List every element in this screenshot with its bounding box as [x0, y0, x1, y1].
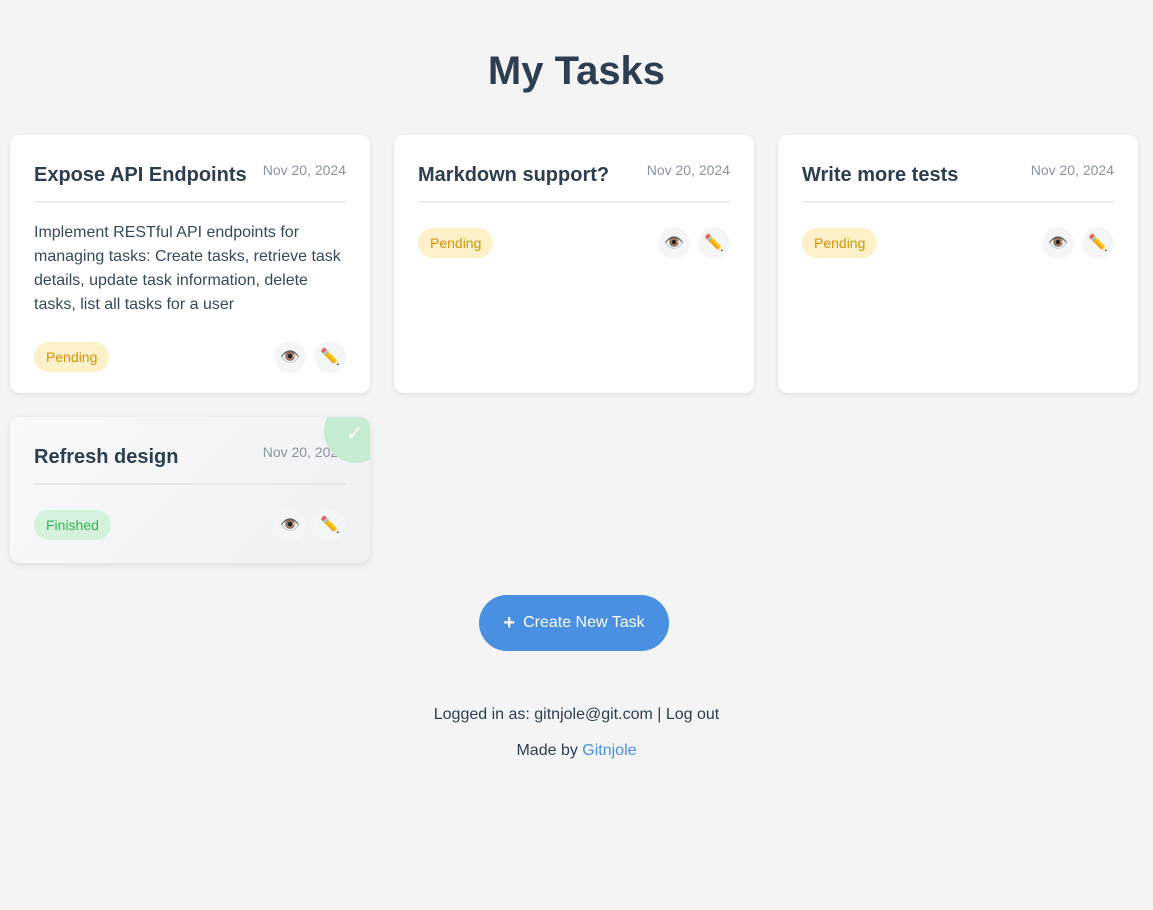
logged-in-prefix: Logged in as:: [433, 706, 535, 723]
task-card-header: Expose API Endpoints Nov 20, 2024: [34, 161, 346, 203]
task-title: Refresh design: [34, 446, 179, 468]
view-icon[interactable]: 👁️: [274, 509, 306, 541]
task-title: Write more tests: [802, 164, 959, 186]
view-icon[interactable]: 👁️: [1042, 227, 1074, 259]
status-badge: Pending: [418, 228, 494, 258]
task-grid: Expose API Endpoints Nov 20, 2024 Implem…: [10, 135, 1138, 563]
task-description: Implement RESTful API endpoints for mana…: [34, 224, 341, 313]
view-icon[interactable]: 👁️: [658, 227, 690, 259]
create-task-button[interactable]: + Create New Task: [479, 595, 669, 651]
task-card-header: Markdown support? Nov 20, 2024: [418, 161, 730, 203]
edit-icon[interactable]: ✏️: [698, 227, 730, 259]
task-title: Markdown support?: [418, 164, 610, 186]
edit-icon[interactable]: ✏️: [314, 509, 346, 541]
task-card[interactable]: Write more tests Nov 20, 2024 Pending 👁️…: [778, 135, 1138, 393]
task-card[interactable]: Expose API Endpoints Nov 20, 2024 Implem…: [10, 135, 370, 393]
task-date: Nov 20, 2024: [262, 162, 346, 178]
plus-icon: +: [503, 612, 516, 634]
status-badge: Pending: [802, 228, 878, 258]
made-by-prefix: Made by: [516, 742, 583, 759]
user-email: gitnjole@git.com: [534, 706, 653, 723]
view-icon[interactable]: 👁️: [274, 341, 306, 373]
page-title: My Tasks: [487, 49, 666, 93]
task-card-footer: Pending 👁️ ✏️: [802, 227, 1114, 259]
footer-separator: |: [652, 706, 666, 723]
task-date: Nov 20, 2024: [1030, 162, 1114, 178]
task-card-finished[interactable]: ✓ Refresh design Nov 20, 2024 Finished 👁…: [10, 417, 370, 563]
task-card[interactable]: Markdown support? Nov 20, 2024 Pending 👁…: [394, 135, 754, 393]
author-link[interactable]: Gitnjole: [582, 742, 636, 759]
status-badge: Finished: [34, 510, 111, 540]
task-actions: 👁️ ✏️: [1042, 227, 1114, 259]
task-title: Expose API Endpoints: [34, 164, 247, 186]
login-status: Logged in as: gitnjole@git.com | Log out: [0, 705, 1153, 725]
check-icon: ✓: [346, 421, 363, 445]
task-card-footer: Finished 👁️ ✏️: [34, 509, 346, 541]
edit-icon[interactable]: ✏️: [1082, 227, 1114, 259]
task-card-footer: Pending 👁️ ✏️: [418, 227, 730, 259]
task-date: Nov 20, 2024: [646, 162, 730, 178]
task-actions: 👁️ ✏️: [274, 341, 346, 373]
status-badge: Pending: [34, 342, 110, 372]
edit-icon[interactable]: ✏️: [314, 341, 346, 373]
task-card-header: Write more tests Nov 20, 2024: [802, 161, 1114, 203]
task-actions: 👁️ ✏️: [274, 509, 346, 541]
create-task-label: Create New Task: [523, 614, 645, 631]
task-card-header: Refresh design Nov 20, 2024: [34, 443, 346, 485]
task-card-footer: Pending 👁️ ✏️: [34, 341, 346, 373]
task-actions: 👁️ ✏️: [658, 227, 730, 259]
made-by: Made by Gitnjole: [0, 741, 1153, 761]
logout-link[interactable]: Log out: [666, 706, 719, 723]
